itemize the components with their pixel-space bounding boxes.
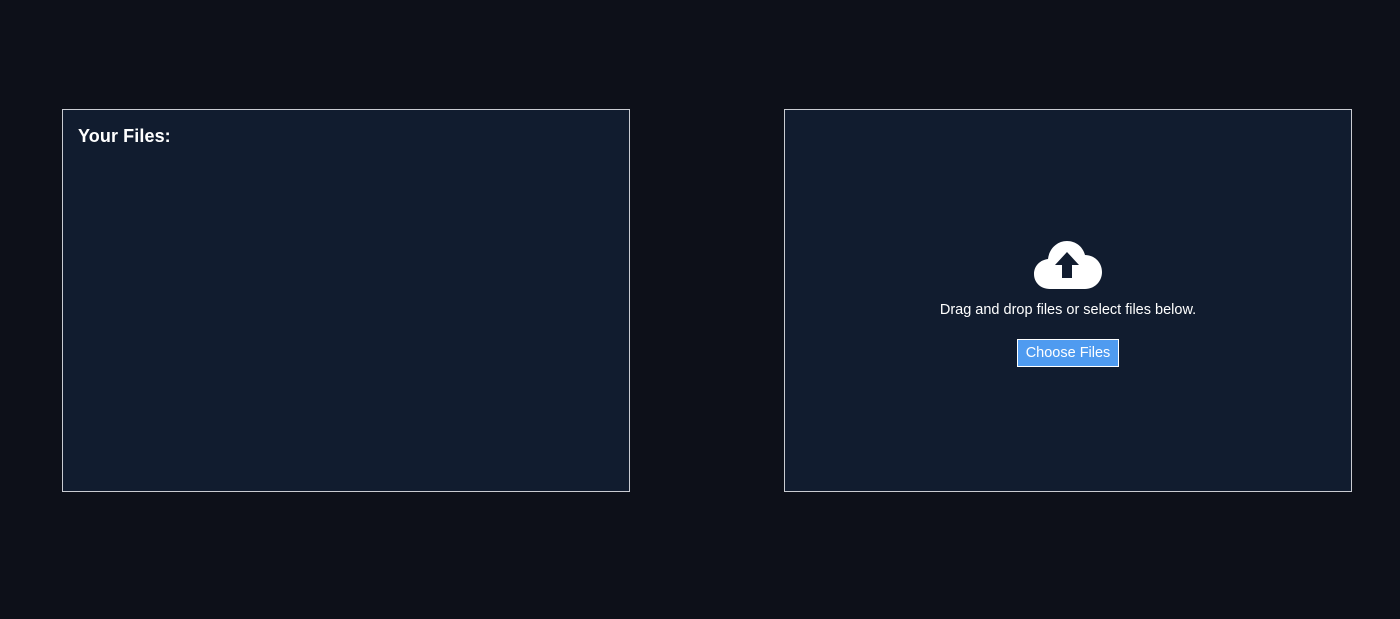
- dropzone-instruction: Drag and drop files or select files belo…: [939, 302, 1197, 318]
- page: Your Files: Drag and drop files or selec…: [0, 0, 1400, 619]
- upload-dropzone[interactable]: Drag and drop files or select files belo…: [784, 109, 1352, 492]
- files-panel-title: Your Files:: [78, 126, 171, 146]
- upload-content: Drag and drop files or select files belo…: [785, 240, 1351, 367]
- files-panel: Your Files:: [62, 109, 630, 492]
- cloud-upload-icon: [1034, 241, 1102, 289]
- choose-files-button[interactable]: Choose Files: [1016, 339, 1120, 367]
